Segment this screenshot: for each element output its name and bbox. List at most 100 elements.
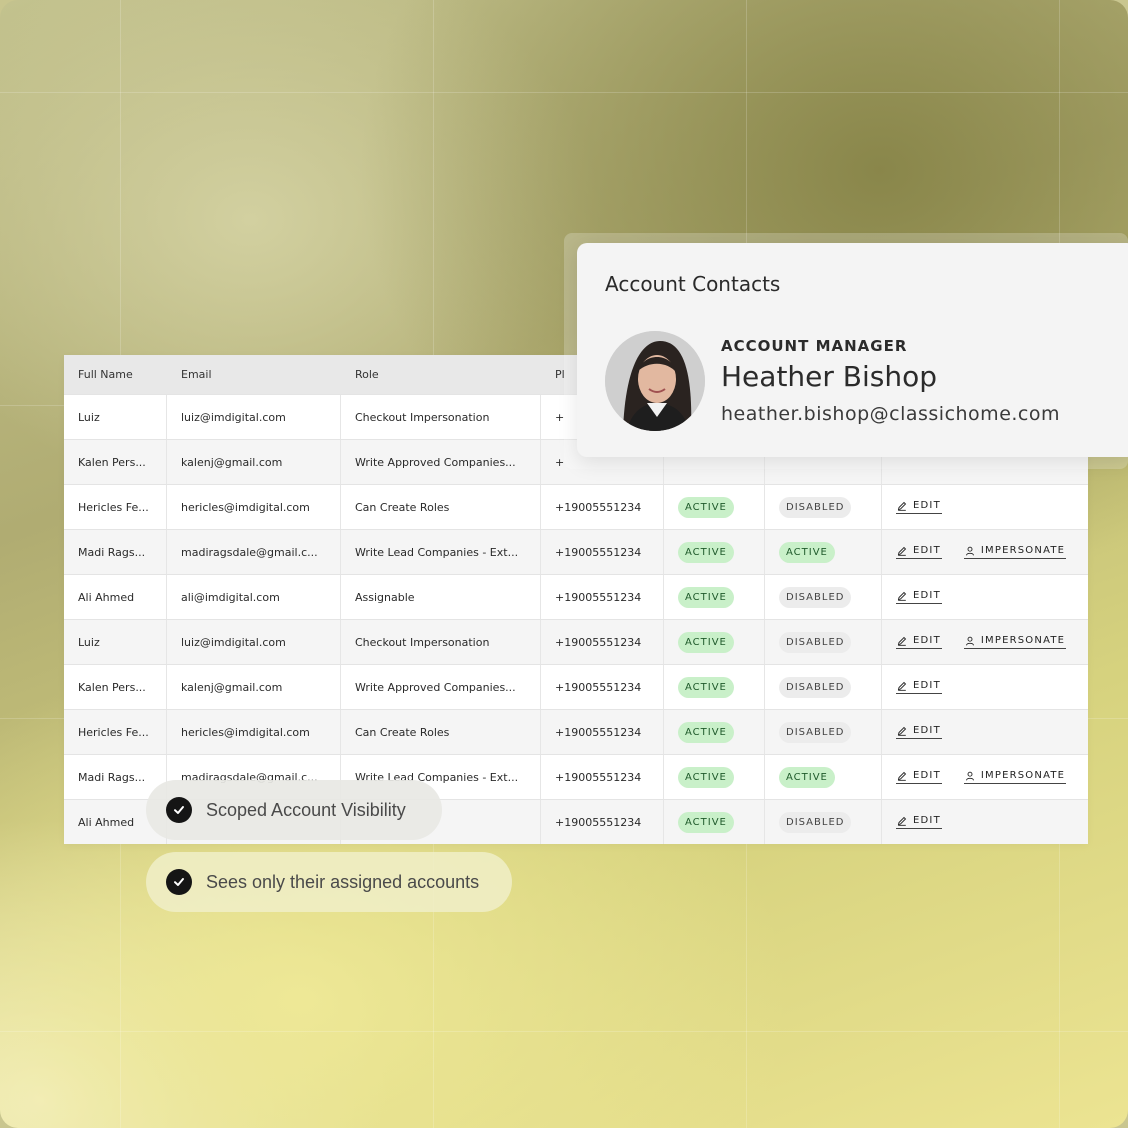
check-icon (166, 869, 192, 895)
grid-line (0, 1031, 1128, 1032)
action-label: EDIT (913, 815, 941, 826)
cell-account-status: DISABLED (765, 665, 882, 709)
edit-button[interactable]: EDIT (896, 680, 942, 694)
check-icon (166, 797, 192, 823)
account-status-badge: DISABLED (779, 586, 852, 608)
account-status-badge: DISABLED (779, 496, 852, 518)
status-badge: ACTIVE (678, 541, 734, 563)
header-role[interactable]: Role (341, 355, 541, 394)
cell-email: luiz@imdigital.com (167, 620, 341, 664)
account-status-badge: DISABLED (779, 676, 852, 698)
cell-phone: +19005551234 (541, 800, 664, 844)
cell-full-name: Kalen Pers... (64, 440, 167, 484)
feature-label: Scoped Account Visibility (206, 799, 406, 820)
cell-account-status: DISABLED (765, 575, 882, 619)
status-badge: ACTIVE (678, 676, 734, 698)
status-badge: ACTIVE (678, 586, 734, 608)
cell-role: Assignable (341, 575, 541, 619)
feature-label: Sees only their assigned accounts (206, 871, 480, 892)
avatar-portrait-icon (605, 331, 705, 431)
cell-status: ACTIVE (664, 620, 765, 664)
table-row[interactable]: Ali Ahmed ali@imdigital.com Assignable +190… (64, 574, 1088, 619)
edit-button[interactable]: EDIT (896, 500, 942, 514)
cell-phone: +19005551234 (541, 620, 664, 664)
cell-email: hericles@imdigital.com (167, 710, 341, 754)
header-email[interactable]: Email (167, 355, 341, 394)
table-row[interactable]: Hericles Fe... hericles@imdigital.com Can … (64, 709, 1088, 754)
edit-button[interactable]: EDIT (896, 635, 942, 649)
cell-status: ACTIVE (664, 575, 765, 619)
status-badge: ACTIVE (678, 496, 734, 518)
table-row[interactable]: Hericles Fe... hericles@imdigital.com Can … (64, 484, 1088, 529)
impersonate-button[interactable]: IMPERSONATE (963, 770, 1067, 784)
cell-full-name: Ali Ahmed (64, 575, 167, 619)
cell-role: Checkout Impersonation (341, 395, 541, 439)
cell-full-name: Hericles Fe... (64, 710, 167, 754)
cell-actions: EDIT IMPERSONATE (882, 620, 1088, 664)
cell-actions: EDIT IMPERSONATE (882, 755, 1088, 799)
table-row[interactable]: Kalen Pers... kalenj@gmail.com Write Appro… (64, 664, 1088, 709)
pencil-icon (897, 546, 907, 556)
cell-account-status: DISABLED (765, 485, 882, 529)
impersonate-button[interactable]: IMPERSONATE (963, 545, 1067, 559)
cell-full-name: Luiz (64, 620, 167, 664)
status-badge: ACTIVE (678, 721, 734, 743)
cell-phone: +19005551234 (541, 530, 664, 574)
feature-pill-scoped-visibility: Scoped Account Visibility (146, 780, 442, 840)
contact-name: Heather Bishop (721, 360, 938, 393)
cell-actions: EDIT IMPERSONATE (882, 530, 1088, 574)
account-status-badge: ACTIVE (779, 766, 835, 788)
pencil-icon (897, 501, 907, 511)
cell-account-status: DISABLED (765, 710, 882, 754)
action-label: EDIT (913, 725, 941, 736)
action-label: EDIT (913, 590, 941, 601)
pencil-icon (897, 591, 907, 601)
account-status-badge: DISABLED (779, 631, 852, 653)
cell-email: kalenj@gmail.com (167, 665, 341, 709)
cell-status: ACTIVE (664, 755, 765, 799)
cell-actions: EDIT (882, 710, 1088, 754)
cell-role: Can Create Roles (341, 485, 541, 529)
cell-phone: +19005551234 (541, 485, 664, 529)
status-badge: ACTIVE (678, 631, 734, 653)
action-label: IMPERSONATE (980, 545, 1066, 556)
cell-email: ali@imdigital.com (167, 575, 341, 619)
cell-role: Checkout Impersonation (341, 620, 541, 664)
cell-status: ACTIVE (664, 710, 765, 754)
cell-actions: EDIT (882, 800, 1088, 844)
cell-role: Write Approved Companies... (341, 665, 541, 709)
cell-status: ACTIVE (664, 800, 765, 844)
impersonate-button[interactable]: IMPERSONATE (963, 635, 1067, 649)
edit-button[interactable]: EDIT (896, 590, 942, 604)
edit-button[interactable]: EDIT (896, 545, 942, 559)
edit-button[interactable]: EDIT (896, 815, 942, 829)
cell-status: ACTIVE (664, 530, 765, 574)
cell-account-status: ACTIVE (765, 755, 882, 799)
avatar (605, 331, 705, 431)
cell-account-status: ACTIVE (765, 530, 882, 574)
header-full-name[interactable]: Full Name (64, 355, 167, 394)
cell-role: Write Lead Companies - Ext... (341, 530, 541, 574)
account-contacts-card: Account Contacts ACCOUNT MANAGER Heather… (577, 243, 1128, 457)
cell-full-name: Kalen Pers... (64, 665, 167, 709)
grid-line (0, 92, 1128, 93)
card-title: Account Contacts (605, 272, 781, 296)
pencil-icon (897, 726, 907, 736)
table-row[interactable]: Madi Rags... madiragsdale@gmail.c... Write… (64, 529, 1088, 574)
cell-status: ACTIVE (664, 485, 765, 529)
account-status-badge: DISABLED (779, 811, 852, 833)
contact-role-label: ACCOUNT MANAGER (721, 337, 908, 355)
pencil-icon (897, 771, 907, 781)
account-status-badge: ACTIVE (779, 541, 835, 563)
table-row[interactable]: Luiz luiz@imdigital.com Checkout Impersona… (64, 619, 1088, 664)
edit-button[interactable]: EDIT (896, 770, 942, 784)
user-icon (965, 546, 975, 556)
cell-email: hericles@imdigital.com (167, 485, 341, 529)
cell-role: Write Approved Companies... (341, 440, 541, 484)
pencil-icon (897, 681, 907, 691)
cell-phone: +19005551234 (541, 665, 664, 709)
cell-phone: +19005551234 (541, 575, 664, 619)
contact-email[interactable]: heather.bishop@classichome.com (721, 403, 1060, 425)
edit-button[interactable]: EDIT (896, 725, 942, 739)
cell-account-status: DISABLED (765, 800, 882, 844)
